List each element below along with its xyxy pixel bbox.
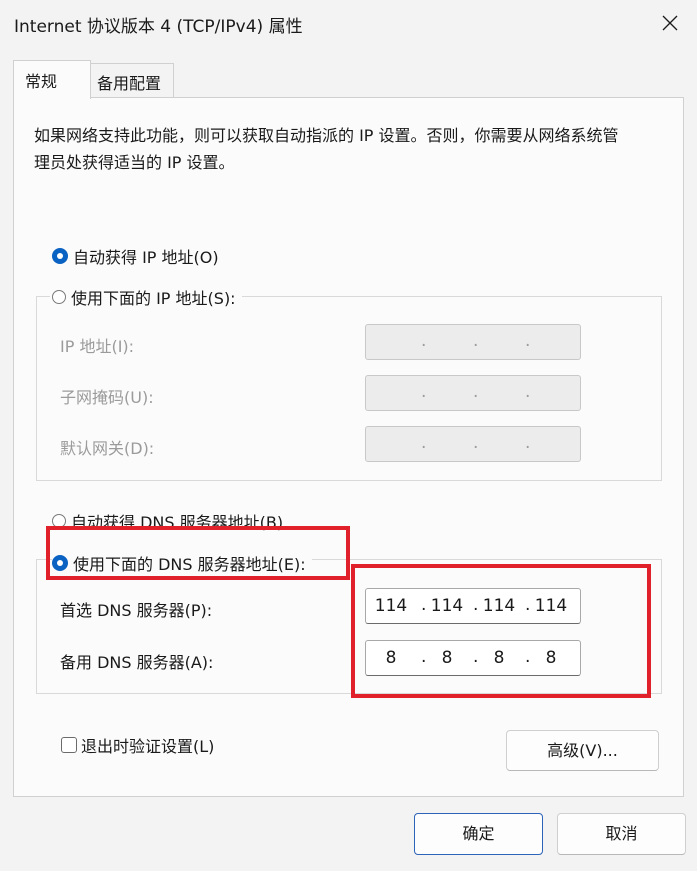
tab-alternate-config[interactable]: 备用配置 bbox=[88, 63, 174, 98]
alternate-dns-label: 备用 DNS 服务器(A): bbox=[60, 653, 214, 672]
description-text: 如果网络支持此功能，则可以获取自动指派的 IP 设置。否则，你需要从网络系统管理… bbox=[34, 126, 619, 172]
close-button[interactable] bbox=[655, 8, 685, 38]
ok-button[interactable]: 确定 bbox=[414, 813, 543, 855]
octet-separator: . bbox=[421, 433, 427, 453]
subnet-mask-input[interactable]: . . . bbox=[365, 375, 581, 411]
octet-separator: . bbox=[525, 331, 531, 351]
window-title: Internet 协议版本 4 (TCP/IPv4) 属性 bbox=[14, 17, 303, 37]
advanced-button[interactable]: 高级(V)... bbox=[506, 730, 659, 771]
octet-separator: . bbox=[525, 433, 531, 453]
tab-alternate-config-label: 备用配置 bbox=[97, 74, 162, 93]
default-gateway-label: 默认网关(D): bbox=[60, 439, 155, 458]
ip-address-input[interactable]: . . . bbox=[365, 324, 581, 360]
validate-on-exit-checkbox[interactable]: 退出时验证设置(L) bbox=[61, 733, 214, 757]
octet-separator: . bbox=[421, 331, 427, 351]
highlight-manual-dns-radio bbox=[46, 526, 350, 580]
octet-separator: . bbox=[473, 331, 479, 351]
preferred-dns-label: 首选 DNS 服务器(P): bbox=[60, 601, 213, 620]
validate-on-exit-label: 退出时验证设置(L) bbox=[81, 737, 215, 756]
octet-separator: . bbox=[473, 433, 479, 453]
tab-general-label: 常规 bbox=[25, 72, 58, 91]
close-icon bbox=[662, 15, 678, 31]
octet-separator: . bbox=[473, 382, 479, 402]
radio-manual-ip-indicator[interactable] bbox=[52, 290, 66, 304]
tab-general[interactable]: 常规 bbox=[13, 60, 91, 99]
octet-separator: . bbox=[421, 382, 427, 402]
ip-address-label: IP 地址(I): bbox=[60, 337, 135, 356]
octet-separator: . bbox=[525, 382, 531, 402]
validate-on-exit-box[interactable] bbox=[61, 737, 77, 753]
radio-auto-ip-label: 自动获得 IP 地址(O) bbox=[73, 248, 219, 267]
radio-manual-ip[interactable]: 使用下面的 IP 地址(S): bbox=[50, 285, 242, 309]
radio-auto-ip[interactable]: 自动获得 IP 地址(O) bbox=[52, 244, 225, 268]
cancel-button[interactable]: 取消 bbox=[557, 813, 686, 855]
highlight-dns-inputs bbox=[351, 564, 651, 698]
default-gateway-input[interactable]: . . . bbox=[365, 426, 581, 462]
subnet-mask-label: 子网掩码(U): bbox=[60, 388, 154, 407]
radio-auto-ip-indicator[interactable] bbox=[52, 248, 68, 264]
radio-manual-ip-label: 使用下面的 IP 地址(S): bbox=[71, 289, 236, 308]
